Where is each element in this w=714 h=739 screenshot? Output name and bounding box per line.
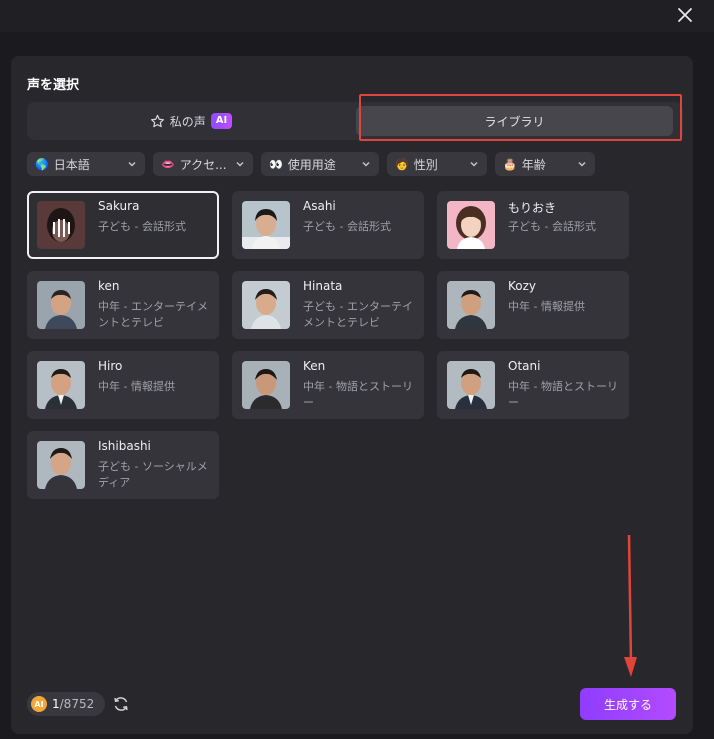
voice-description: 子ども - ソーシャルメディア [98, 460, 208, 489]
generate-button[interactable]: 生成する [580, 688, 676, 720]
avatar [447, 281, 495, 329]
voice-card-ken[interactable]: ken 中年 - エンターテイメントとテレビ [27, 271, 219, 339]
voice-source-tabs: 私の声 AI ライブラリ [27, 102, 683, 140]
person-icon: 🧑 [395, 157, 409, 171]
filter-accent-label: アクセ... [179, 157, 227, 172]
filter-language[interactable]: 🌎 日本語 [27, 152, 145, 176]
voice-name: もりおき [508, 201, 557, 215]
voice-card-morioki[interactable]: もりおき 子ども - 会話形式 [437, 191, 629, 259]
chevron-down-icon [127, 159, 137, 169]
voice-description: 子ども - 会話形式 [508, 220, 596, 233]
voice-select-panel: 声を選択 私の声 AI ライブラリ 🌎 日本語 👄 アクセ... 👀 使用用途 … [11, 56, 693, 734]
voice-description: 中年 - 物語とストーリー [508, 380, 618, 409]
avatar [242, 201, 290, 249]
avatar [37, 281, 85, 329]
voice-card-ishibashi[interactable]: Ishibashi 子ども - ソーシャルメディア [27, 431, 219, 499]
credits-counter: AI 1 /8752 [27, 692, 105, 716]
lips-icon: 👄 [161, 157, 175, 171]
filter-age-label: 年齢 [521, 157, 546, 172]
voice-card-hiro[interactable]: Hiro 中年 - 情報提供 [27, 351, 219, 419]
avatar [447, 361, 495, 409]
avatar [242, 281, 290, 329]
credits-used: 1 [52, 697, 60, 711]
voice-description: 子ども - 会話形式 [98, 220, 186, 233]
voice-name: Ken [303, 359, 326, 373]
voice-card-asahi[interactable]: Asahi 子ども - 会話形式 [232, 191, 424, 259]
voice-name: Asahi [303, 199, 336, 213]
tab-library-label: ライブラリ [484, 114, 545, 129]
filter-age[interactable]: 🎂 年齢 [495, 152, 595, 176]
voice-card-kozy[interactable]: Kozy 中年 - 情報提供 [437, 271, 629, 339]
voice-description: 子ども - 会話形式 [303, 220, 391, 233]
star-icon [150, 114, 165, 129]
filter-usage-label: 使用用途 [287, 157, 336, 172]
globe-icon: 🌎 [35, 157, 49, 171]
voice-description: 中年 - 情報提供 [508, 300, 585, 313]
voice-card-sakura[interactable]: Sakura 子ども - 会話形式 [27, 191, 219, 259]
voice-name: Sakura [98, 199, 140, 213]
chevron-down-icon [235, 159, 245, 169]
avatar [37, 441, 85, 489]
voice-name: Kozy [508, 279, 537, 293]
ai-badge: AI [210, 113, 233, 129]
avatar [447, 201, 495, 249]
filter-usage[interactable]: 👀 使用用途 [261, 152, 379, 176]
top-bar [0, 0, 714, 32]
filter-gender-label: 性別 [413, 157, 438, 172]
voice-card-otani[interactable]: Otani 中年 - 物語とストーリー [437, 351, 629, 419]
avatar [37, 361, 85, 409]
chevron-down-icon [577, 159, 587, 169]
filter-language-label: 日本語 [53, 157, 90, 172]
voice-description: 中年 - 情報提供 [98, 380, 175, 393]
tab-library[interactable]: ライブラリ [356, 106, 673, 136]
voice-name: Hiro [98, 359, 123, 373]
filter-accent[interactable]: 👄 アクセ... [153, 152, 253, 176]
voice-name: Hinata [303, 279, 343, 293]
tab-my-voice[interactable]: 私の声 AI [31, 106, 351, 136]
filter-gender[interactable]: 🧑 性別 [387, 152, 487, 176]
avatar [242, 361, 290, 409]
voice-description: 子ども - エンターテイメントとテレビ [303, 300, 413, 329]
close-icon[interactable] [674, 4, 696, 26]
avatar [37, 201, 85, 249]
voice-name: Ishibashi [98, 439, 151, 453]
voice-name: Otani [508, 359, 541, 373]
tab-my-voice-label: 私の声 [169, 114, 206, 129]
voice-card-hinata[interactable]: Hinata 子ども - エンターテイメントとテレビ [232, 271, 424, 339]
eyes-icon: 👀 [269, 157, 283, 171]
chevron-down-icon [361, 159, 371, 169]
chevron-down-icon [469, 159, 479, 169]
voice-card-ken-2[interactable]: Ken 中年 - 物語とストーリー [232, 351, 424, 419]
credits-total: /8752 [59, 697, 95, 711]
refresh-icon[interactable] [112, 695, 130, 713]
cake-icon: 🎂 [503, 157, 517, 171]
dialog-title: 声を選択 [27, 78, 80, 93]
voice-name: ken [98, 279, 120, 293]
voice-description: 中年 - 物語とストーリー [303, 380, 413, 409]
ai-coin-icon: AI [31, 696, 47, 712]
voice-description: 中年 - エンターテイメントとテレビ [98, 300, 208, 329]
